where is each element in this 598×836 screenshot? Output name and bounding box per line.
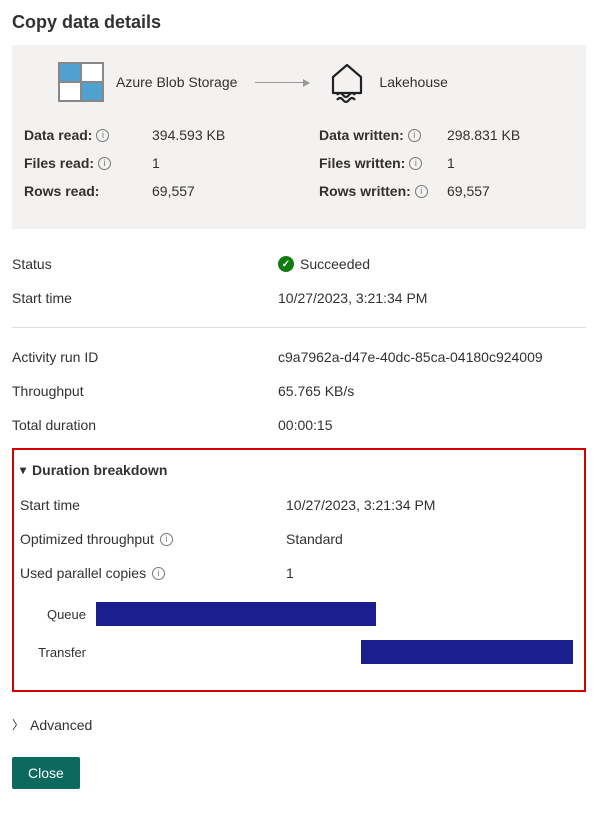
advanced-toggle[interactable]: 〉 Advanced bbox=[12, 716, 586, 733]
write-metric-row: Files written:i1 bbox=[319, 155, 574, 171]
write-metric-row: Rows written:i69,557 bbox=[319, 183, 574, 199]
info-icon[interactable]: i bbox=[98, 157, 111, 170]
breakdown-start-time-label: Start time bbox=[20, 497, 286, 513]
used-parallel-copies-value: 1 bbox=[286, 565, 578, 581]
success-icon: ✓ bbox=[278, 256, 294, 272]
read-metric-row: Data read:i394.593 KB bbox=[24, 127, 279, 143]
read-metric-row: Files read:i1 bbox=[24, 155, 279, 171]
status-label: Status bbox=[12, 256, 278, 272]
duration-gantt: Queue Transfer bbox=[20, 600, 578, 666]
write-metric-value: 1 bbox=[447, 155, 455, 171]
status-section: Status ✓ Succeeded Start time 10/27/2023… bbox=[12, 247, 586, 315]
gantt-row: Transfer bbox=[26, 638, 578, 666]
info-icon[interactable]: i bbox=[409, 157, 422, 170]
activity-run-id-value: c9a7962a-d47e-40dc-85ca-04180c924009 bbox=[278, 349, 586, 365]
total-duration-label: Total duration bbox=[12, 417, 278, 433]
optimized-throughput-value: Standard bbox=[286, 531, 578, 547]
gantt-row: Queue bbox=[26, 600, 578, 628]
gantt-bar bbox=[361, 640, 573, 664]
write-metric-value: 69,557 bbox=[447, 183, 490, 199]
info-icon[interactable]: i bbox=[152, 567, 165, 580]
write-metric-label: Files written:i bbox=[319, 155, 447, 171]
write-metric-row: Data written:i298.831 KB bbox=[319, 127, 574, 143]
read-metric-row: Rows read:69,557 bbox=[24, 183, 279, 199]
info-icon[interactable]: i bbox=[160, 533, 173, 546]
throughput-value: 65.765 KB/s bbox=[278, 383, 586, 399]
close-button[interactable]: Close bbox=[12, 757, 80, 789]
azure-blob-icon bbox=[58, 62, 104, 102]
lakehouse-icon bbox=[327, 61, 367, 103]
read-metric-label: Rows read: bbox=[24, 183, 152, 199]
gantt-bar bbox=[96, 602, 376, 626]
info-icon[interactable]: i bbox=[96, 129, 109, 142]
read-metric-label: Files read:i bbox=[24, 155, 152, 171]
start-time-label: Start time bbox=[12, 290, 278, 306]
info-icon[interactable]: i bbox=[408, 129, 421, 142]
breakdown-start-time-value: 10/27/2023, 3:21:34 PM bbox=[286, 497, 578, 513]
info-icon[interactable]: i bbox=[415, 185, 428, 198]
optimized-throughput-label: Optimized throughput i bbox=[20, 531, 286, 547]
write-metric-label: Data written:i bbox=[319, 127, 447, 143]
gantt-track bbox=[96, 602, 578, 626]
read-metric-label: Data read:i bbox=[24, 127, 152, 143]
chevron-right-icon: 〉 bbox=[12, 716, 24, 733]
duration-breakdown-header: Duration breakdown bbox=[32, 462, 167, 478]
flow-diagram: Azure Blob Storage Lakehouse bbox=[24, 61, 574, 103]
start-time-value: 10/27/2023, 3:21:34 PM bbox=[278, 290, 586, 306]
divider bbox=[12, 327, 586, 328]
duration-breakdown-box: ▾ Duration breakdown Start time 10/27/20… bbox=[12, 448, 586, 692]
page-title: Copy data details bbox=[12, 12, 586, 33]
read-metric-value: 394.593 KB bbox=[152, 127, 225, 143]
throughput-label: Throughput bbox=[12, 383, 278, 399]
duration-breakdown-toggle[interactable]: ▾ Duration breakdown bbox=[20, 458, 578, 488]
read-metric-value: 1 bbox=[152, 155, 160, 171]
flow-dest-label: Lakehouse bbox=[379, 74, 448, 90]
gantt-label: Transfer bbox=[26, 645, 96, 660]
advanced-label: Advanced bbox=[30, 717, 92, 733]
metrics-grid: Data read:i394.593 KBFiles read:i1Rows r… bbox=[24, 127, 574, 211]
flow-source-label: Azure Blob Storage bbox=[116, 74, 237, 90]
status-value: Succeeded bbox=[300, 256, 370, 272]
gantt-label: Queue bbox=[26, 607, 96, 622]
chevron-down-icon: ▾ bbox=[20, 463, 26, 477]
read-metric-value: 69,557 bbox=[152, 183, 195, 199]
write-metric-value: 298.831 KB bbox=[447, 127, 520, 143]
write-metric-label: Rows written:i bbox=[319, 183, 447, 199]
flow-source: Azure Blob Storage bbox=[58, 62, 237, 102]
used-parallel-copies-label: Used parallel copies i bbox=[20, 565, 286, 581]
gantt-track bbox=[96, 640, 578, 664]
run-info-section: Activity run ID c9a7962a-d47e-40dc-85ca-… bbox=[12, 340, 586, 442]
total-duration-value: 00:00:15 bbox=[278, 417, 586, 433]
flow-dest: Lakehouse bbox=[327, 61, 448, 103]
summary-card: Azure Blob Storage Lakehouse Data read:i… bbox=[12, 45, 586, 229]
activity-run-id-label: Activity run ID bbox=[12, 349, 278, 365]
arrow-icon bbox=[255, 82, 309, 83]
